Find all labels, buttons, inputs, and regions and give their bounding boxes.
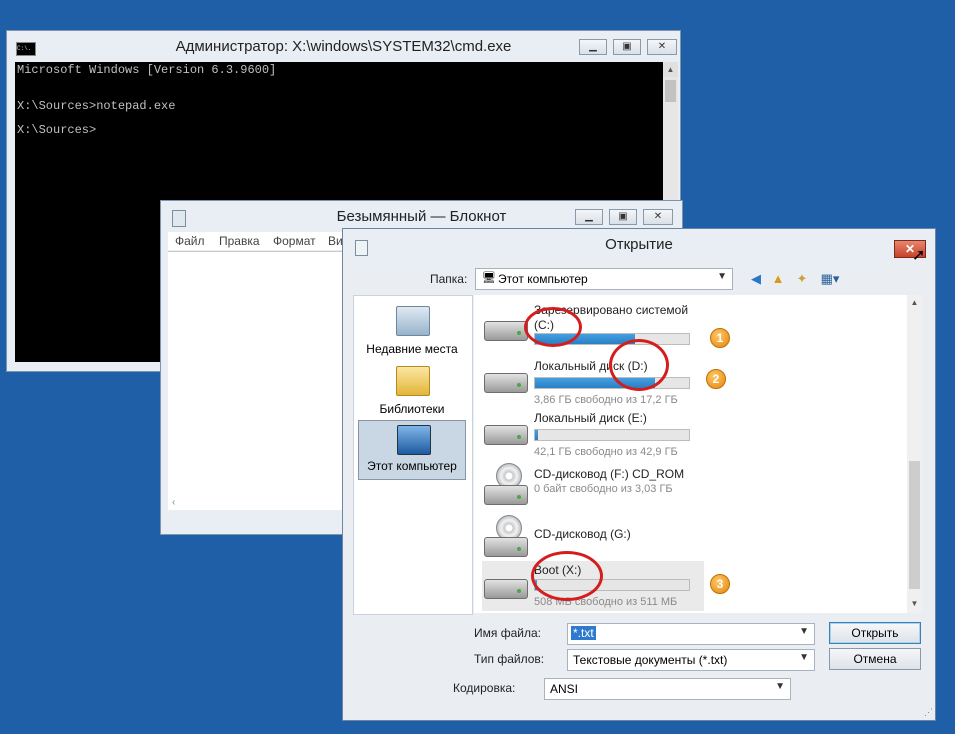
annotation-circle [531,551,603,601]
folder-label: Папка: [430,272,468,286]
place-recent[interactable]: Недавние места [358,302,466,362]
filetype-select[interactable]: Текстовые документы (*.txt) ▼ [567,649,815,671]
place-label: Недавние места [366,342,458,356]
drive-free-space: 0 байт свободно из 3,03 ГБ [534,483,673,495]
close-button[interactable]: ✕ [647,39,677,55]
scroll-up-icon[interactable]: ▲ [663,62,678,77]
minimize-button[interactable]: ▁ [579,39,607,55]
hard-disk-icon [484,425,528,445]
annotation-circle [524,307,582,347]
drive-name: CD-дисковод (G:) [534,527,631,541]
maximize-button[interactable]: ▣ [613,39,641,55]
scroll-down-icon[interactable]: ▼ [907,596,922,611]
drive-item-c[interactable]: Зарезервировано системой (C:) [482,301,704,357]
cd-drive-icon [484,537,528,557]
drive-free-space: 3,86 ГБ свободно из 17,2 ГБ [534,394,678,406]
console-line: Microsoft Windows [Version 6.3.9600] [17,63,277,77]
chevron-down-icon: ▼ [799,652,809,663]
menu-view[interactable]: Ви [328,234,343,248]
computer-icon: 🖥 [482,272,496,284]
menu-format[interactable]: Формат [273,234,316,248]
place-label: Библиотеки [379,402,445,416]
places-bar: Недавние места Библиотеки Этот компьютер [353,295,473,615]
marker-3: 3 [710,574,730,594]
scroll-thumb[interactable] [665,80,676,102]
notepad-titlebar[interactable]: Безымянный — Блокнот ▁ ▣ ✕ [161,201,682,231]
menu-edit[interactable]: Правка [219,234,260,248]
mouse-cursor-icon: ➚ [912,247,926,264]
place-this-pc[interactable]: Этот компьютер [358,420,466,480]
chevron-down-icon: ▼ [799,626,809,637]
view-menu-icon[interactable]: ▦▾ [817,270,843,288]
up-folder-icon[interactable]: ▲ [769,270,787,288]
place-libraries[interactable]: Библиотеки [358,362,466,422]
filename-label: Имя файла: [474,626,541,640]
annotation-circle [609,339,669,391]
filetype-value: Текстовые документы (*.txt) [573,653,728,667]
cmd-titlebar[interactable]: C:\. Администратор: X:\windows\SYSTEM32\… [7,31,680,61]
filename-combo[interactable]: *.txt ▼ [567,623,815,645]
dialog-titlebar[interactable]: Открытие ✕ ➚ [343,229,935,264]
chevron-down-icon: ▼ [717,271,727,282]
menu-file[interactable]: Файл [175,234,205,248]
filename-input[interactable]: *.txt [571,626,596,640]
notepad-title: Безымянный — Блокнот [336,208,507,225]
chevron-down-icon: ▼ [775,681,785,692]
drive-name: CD-дисковод (F:) CD_ROM [534,467,685,481]
drive-free-space: 42,1 ГБ свободно из 42,9 ГБ [534,446,678,458]
marker-2: 2 [706,369,726,389]
drive-item-d[interactable]: Локальный диск (D:) 3,86 ГБ свободно из … [482,355,704,406]
resize-grip-icon[interactable]: ⋰ [924,707,933,718]
encoding-select[interactable]: ANSI ▼ [544,678,791,700]
close-button[interactable]: ✕ [643,209,673,225]
filetype-label: Тип файлов: [474,652,545,666]
hard-disk-icon [484,579,528,599]
hard-disk-icon [484,373,528,393]
recent-places-icon [396,306,430,336]
marker-1: 1 [710,328,730,348]
cd-drive-icon [484,485,528,505]
dialog-title: Открытие [605,236,673,253]
console-line: X:\Sources> [17,123,97,137]
place-label: Этот компьютер [367,459,457,473]
scroll-left-icon[interactable]: ‹ [172,497,175,508]
maximize-button[interactable]: ▣ [609,209,637,225]
drive-item-e[interactable]: Локальный диск (E:) 42,1 ГБ свободно из … [482,407,704,458]
list-scrollbar[interactable]: ▲ ▼ [907,295,922,613]
drive-usage-bar [534,429,690,441]
computer-icon [397,425,431,455]
drive-name: Локальный диск (E:) [534,411,647,425]
folder-combo[interactable]: 🖥 Этот компьютер ▼ [475,268,733,290]
minimize-button[interactable]: ▁ [575,209,603,225]
drive-list[interactable]: Зарезервировано системой (C:) Локальный … [474,295,922,613]
new-folder-icon[interactable]: ✦ [793,270,811,288]
open-dialog: Открытие ✕ ➚ Папка: 🖥 Этот компьютер ▼ ◀… [342,228,936,721]
drive-usage-bar [534,377,690,389]
console-line: X:\Sources>notepad.exe [17,99,176,113]
drive-item-f[interactable]: CD-дисковод (F:) CD_ROM 0 байт свободно … [482,463,704,513]
back-icon[interactable]: ◀ [747,270,765,288]
folder-value: Этот компьютер [498,272,588,286]
libraries-icon [396,366,430,396]
drive-item-g[interactable]: CD-дисковод (G:) [482,515,704,565]
hard-disk-icon [484,321,528,341]
cancel-button[interactable]: Отмена [829,648,921,670]
scroll-up-icon[interactable]: ▲ [907,295,922,310]
open-button[interactable]: Открыть [829,622,921,644]
encoding-value: ANSI [550,682,579,696]
scroll-thumb[interactable] [909,461,920,589]
encoding-label: Кодировка: [453,681,516,695]
